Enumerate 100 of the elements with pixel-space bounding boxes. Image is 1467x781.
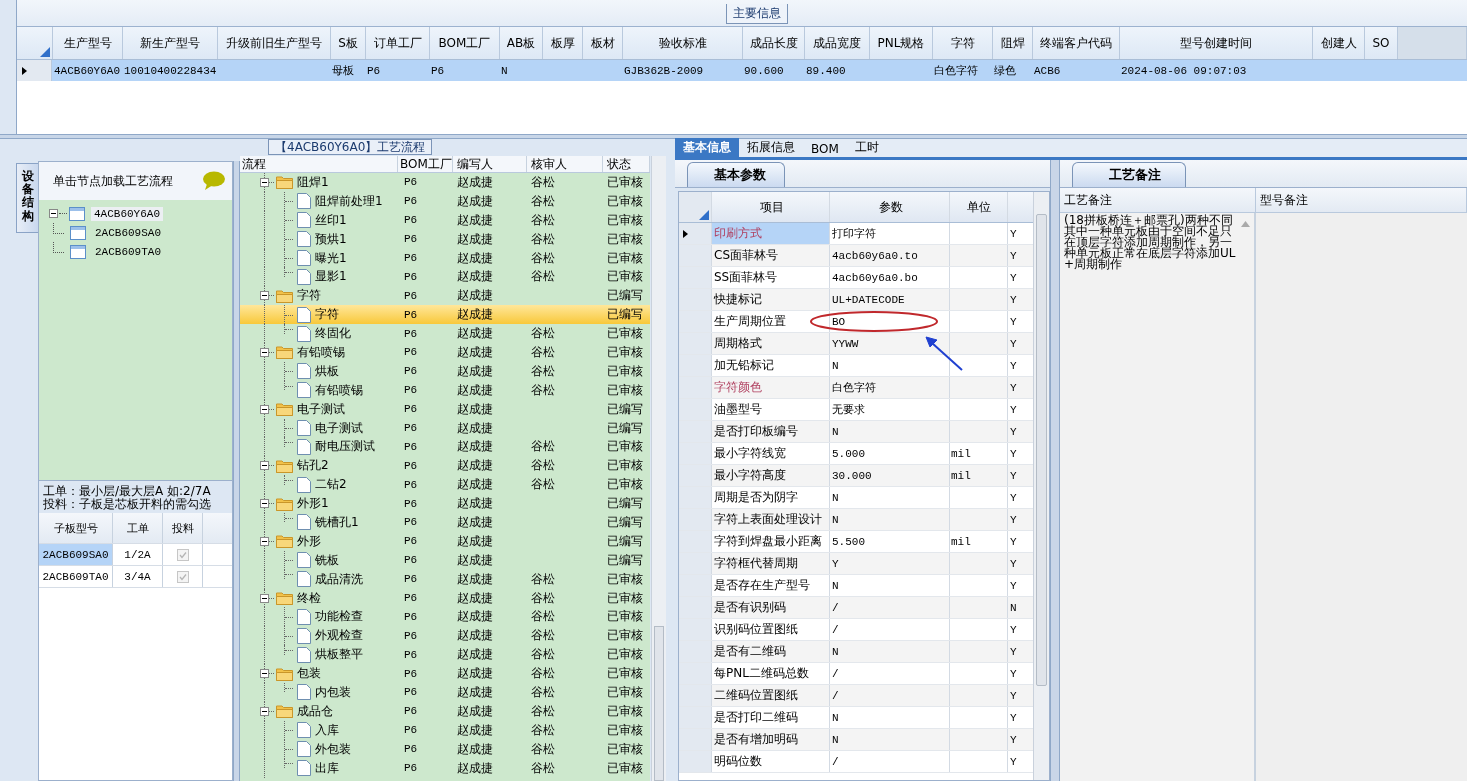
column-header[interactable]: 流程 [240,156,398,172]
scrollbar[interactable] [1033,192,1049,780]
collapse-icon[interactable] [49,209,58,218]
tree-row[interactable]: 终检 P6 赵成捷 谷松 已审核 [240,588,650,608]
tab[interactable]: 基本信息 [675,138,739,157]
scroll-up-icon[interactable] [1241,221,1250,227]
column-header[interactable]: 单位 [950,192,1008,222]
side-tab[interactable]: 设备结构 [16,163,38,233]
column-header[interactable]: 成品长度 [743,27,805,59]
scrollbar[interactable] [651,156,666,781]
tab[interactable]: BOM [803,141,847,157]
column-header[interactable]: 生产型号 [53,27,123,59]
collapse-icon[interactable] [260,593,269,603]
collapse-icon[interactable] [260,461,269,471]
tree-row[interactable]: 铣槽孔1 P6 赵成捷 已编写 [240,513,650,532]
column-header[interactable]: 投料 [163,513,203,543]
tree-row[interactable]: 曝光1 P6 赵成捷 谷松 已审核 [240,248,650,268]
step-name: 丝印1 [315,211,347,229]
tree-row[interactable]: 电子测试 P6 赵成捷 已编写 [240,399,650,419]
column-header[interactable]: PNL规格 [870,27,933,59]
collapse-icon[interactable] [260,499,269,509]
table-cell: 已审核 [607,343,643,361]
column-header[interactable]: 参数 [830,192,950,222]
tree-row[interactable]: 包装 P6 赵成捷 谷松 已审核 [240,664,650,684]
column-header[interactable]: 项目 [712,192,830,222]
column-header[interactable]: 型号创建时间 [1120,27,1313,59]
tree-row[interactable]: 成品仓 P6 赵成捷 谷松 已审核 [240,701,650,721]
column-header[interactable]: 终端客户代码 [1033,27,1120,59]
tree-row[interactable]: 功能检查 P6 赵成捷 谷松 已审核 [240,607,650,627]
splitter[interactable] [0,134,1467,139]
tree-row[interactable]: 预烘1 P6 赵成捷 谷松 已审核 [240,229,650,249]
table-row[interactable]: 4ACB60Y6A0 10010400228434 母板 P6 P6 N GJB362B-2009 90.600 89.400 白色字符 绿色 ACB6 2024-08-06 09:07:03 [17,60,1467,81]
row-header[interactable] [679,223,712,244]
column-header[interactable]: 阻焊 [993,27,1033,59]
column-header[interactable]: 创建人 [1313,27,1365,59]
splitter[interactable] [233,161,240,781]
tree-row[interactable]: 丝印1 P6 赵成捷 谷松 已审核 [240,210,650,230]
column-header[interactable]: 工单 [113,513,163,543]
tree-row[interactable]: 烘板 P6 赵成捷 谷松 已审核 [240,361,650,381]
collapse-icon[interactable] [260,404,269,414]
column-header[interactable]: 状态 [603,156,650,172]
tree-row[interactable]: 钻孔2 P6 赵成捷 谷松 已审核 [240,456,650,476]
tree-row[interactable]: 铣板 P6 赵成捷 已编写 [240,550,650,570]
tree-row[interactable]: 外形 P6 赵成捷 已编写 [240,531,650,551]
column-header[interactable]: 子板型号 [39,513,113,543]
tree-row[interactable]: 有铅喷锡 P6 赵成捷 谷松 已审核 [240,380,650,400]
tree-node[interactable]: 2ACB609TA0 [92,244,164,259]
column-header[interactable]: 字符 [933,27,993,59]
column-header[interactable]: 编写人 [453,156,527,172]
tree-row[interactable]: 字符 P6 赵成捷 已编写 [240,305,650,325]
column-header[interactable]: 板材 [583,27,623,59]
tree-row[interactable]: 显影1 P6 赵成捷 谷松 已审核 [240,267,650,287]
tree-node[interactable]: 4ACB60Y6A0 [91,206,163,221]
tree-row[interactable]: 阻焊前处理1 P6 赵成捷 谷松 已审核 [240,191,650,211]
tree-row[interactable]: 外包装 P6 赵成捷 谷松 已审核 [240,739,650,759]
window-icon [69,206,85,221]
collapse-icon[interactable] [260,536,269,546]
tree-row[interactable]: 电子测试 P6 赵成捷 已编写 [240,418,650,438]
tree-row[interactable]: 终固化 P6 赵成捷 谷松 已审核 [240,324,650,343]
tab[interactable]: 拓展信息 [739,138,803,157]
column-header[interactable]: 升级前旧生产型号 [218,27,331,59]
column-header[interactable]: 订单工厂 [366,27,430,59]
column-header[interactable]: 工艺备注 [1060,188,1256,212]
tab[interactable]: 工时 [846,138,887,157]
tab[interactable]: 基本参数 [687,162,785,187]
tree-row[interactable]: 阻焊1 P6 赵成捷 谷松 已审核 [240,173,650,192]
collapse-icon[interactable] [260,706,269,716]
tree-row[interactable]: 字符 P6 赵成捷 已编写 [240,286,650,306]
column-header[interactable]: 验收标准 [623,27,743,59]
tree-row[interactable]: 有铅喷锡 P6 赵成捷 谷松 已审核 [240,343,650,362]
splitter[interactable] [1050,160,1060,781]
tree-row[interactable]: 外形1 P6 赵成捷 已编写 [240,494,650,514]
column-header[interactable]: 成品宽度 [805,27,870,59]
tree-node[interactable]: 2ACB609SA0 [92,225,164,240]
column-header[interactable]: AB板 [500,27,543,59]
column-header[interactable]: 核审人 [527,156,603,172]
collapse-icon[interactable] [260,669,269,679]
column-header[interactable]: 型号备注 [1256,188,1467,212]
column-header[interactable]: 板厚 [543,27,583,59]
tree-row[interactable]: 二钻2 P6 赵成捷 谷松 已审核 [240,475,650,495]
tree-row[interactable]: 内包装 P6 赵成捷 谷松 已审核 [240,683,650,702]
column-header[interactable]: 新生产型号 [123,27,218,59]
tree-row[interactable]: 烘板整平 P6 赵成捷 谷松 已审核 [240,645,650,665]
table-cell: 已审核 [607,438,643,456]
collapse-icon[interactable] [260,347,269,357]
scroll-thumb[interactable] [1036,214,1047,686]
collapse-icon[interactable] [260,177,269,187]
tree-row[interactable]: 耐电压测试 P6 赵成捷 谷松 已审核 [240,437,650,457]
tree-row[interactable]: 入库 P6 赵成捷 谷松 已审核 [240,720,650,740]
tree-row[interactable]: 外观检查 P6 赵成捷 谷松 已审核 [240,626,650,646]
row-header[interactable] [17,60,52,81]
column-header[interactable]: S板 [331,27,366,59]
tree-row[interactable]: 出库 P6 赵成捷 谷松 已审核 [240,758,650,778]
scroll-thumb[interactable] [654,626,664,781]
column-header[interactable]: BOM工厂 [430,27,500,59]
tree-row[interactable]: 成品清洗 P6 赵成捷 谷松 已审核 [240,569,650,589]
column-header[interactable]: BOM工厂 [398,156,453,172]
tab[interactable]: 工艺备注 [1072,162,1186,187]
collapse-icon[interactable] [260,291,269,301]
document-icon [297,250,311,266]
